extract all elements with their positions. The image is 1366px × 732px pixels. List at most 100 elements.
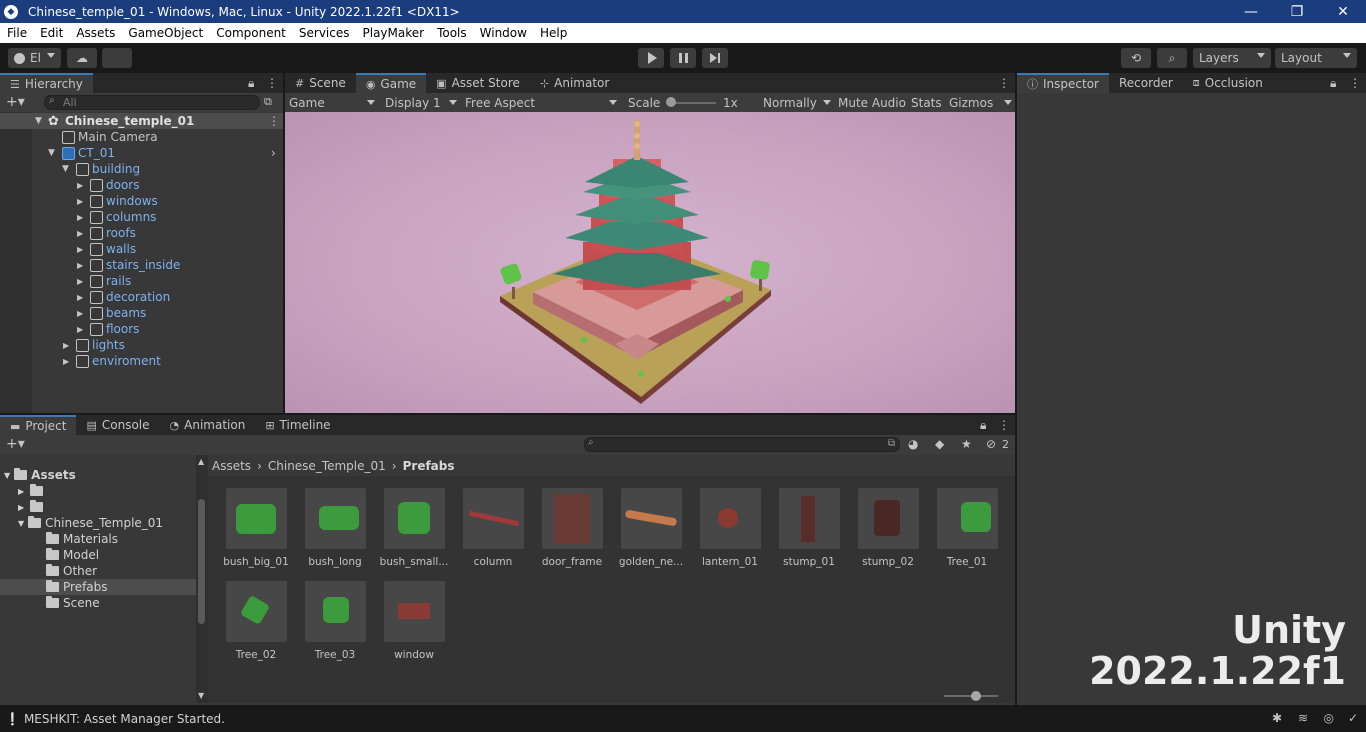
tree-item-assets[interactable]: ▼ Assets — [4, 467, 76, 483]
tab-project[interactable]: ▬ Project — [0, 415, 77, 435]
cloud-button[interactable]: ☁ — [67, 48, 97, 68]
more-menu-icon[interactable]: ⋮ — [266, 76, 278, 90]
tab-console[interactable]: ▤ Console — [76, 415, 159, 435]
breadcrumb-item[interactable]: Chinese_Temple_01 — [268, 459, 386, 473]
asset-item[interactable]: Tree_02 — [221, 581, 291, 661]
collapsed-arrow-icon[interactable]: ▶ — [77, 261, 83, 270]
asset-item[interactable]: stump_01 — [774, 488, 844, 568]
tab-recorder[interactable]: Recorder — [1109, 73, 1183, 93]
close-button[interactable]: ✕ — [1320, 0, 1366, 23]
hierarchy-item[interactable]: ▶ lights — [0, 337, 283, 353]
asset-item[interactable]: Tree_03 — [300, 581, 370, 661]
tree-scrollbar[interactable]: ▲ ▼ — [196, 455, 208, 703]
layers-dropdown[interactable]: Layers — [1193, 48, 1271, 68]
menu-gameobject[interactable]: GameObject — [121, 26, 209, 40]
asset-item[interactable]: Tree_01 — [932, 488, 1002, 568]
pause-button[interactable] — [670, 48, 696, 68]
breadcrumb-item[interactable]: Assets — [212, 459, 251, 473]
tab-inspector[interactable]: ⓘ Inspector — [1017, 73, 1109, 93]
asset-item[interactable]: bush_long — [300, 488, 370, 568]
favorite-star-icon[interactable]: ★ — [961, 437, 972, 451]
collapsed-arrow-icon[interactable]: ▶ — [77, 309, 83, 318]
collapsed-arrow-icon[interactable]: ▶ — [63, 341, 69, 350]
cache-icon[interactable]: ◎ — [1324, 711, 1334, 725]
menu-edit[interactable]: Edit — [33, 26, 69, 40]
expand-arrow-icon[interactable]: ▼ — [62, 164, 69, 174]
asset-item[interactable]: bush_big_01 — [221, 488, 291, 568]
asset-item[interactable]: golden_ne... — [616, 488, 686, 568]
hidden-packages-icon[interactable]: ⊘ — [986, 437, 996, 451]
gizmos-dropdown[interactable]: Gizmos — [949, 93, 1012, 112]
hierarchy-item[interactable]: ▼ CT_01 › — [0, 145, 283, 161]
tree-item-materials[interactable]: Materials — [46, 531, 118, 547]
check-icon[interactable]: ✓ — [1348, 711, 1358, 725]
tree-item-chinese-temple[interactable]: ▼ Chinese_Temple_01 — [18, 515, 163, 531]
lock-icon[interactable]: 🔒︎ — [248, 76, 254, 91]
collapsed-arrow-icon[interactable]: ▶ — [77, 293, 83, 302]
lock-icon[interactable]: 🔒︎ — [980, 418, 986, 433]
hierarchy-item[interactable]: ▶ columns — [0, 209, 283, 225]
menu-assets[interactable]: Assets — [69, 26, 121, 40]
search-button[interactable]: ⌕ — [1157, 48, 1187, 68]
play-mode-dropdown[interactable]: Normally — [763, 93, 831, 112]
tree-item-model[interactable]: Model — [46, 547, 99, 563]
lock-icon[interactable]: 🔒︎ — [1330, 76, 1336, 91]
progress-icon[interactable]: ≋ — [1298, 711, 1308, 725]
history-button[interactable]: ⟲ — [1121, 48, 1151, 68]
collapsed-arrow-icon[interactable]: ▶ — [63, 357, 69, 366]
menu-tools[interactable]: Tools — [430, 26, 473, 40]
hierarchy-item[interactable]: Main Camera — [0, 129, 283, 145]
game-viewport[interactable] — [285, 112, 1015, 413]
collapsed-arrow-icon[interactable]: ▶ — [77, 181, 83, 190]
asset-item[interactable]: door_frame — [537, 488, 607, 568]
menu-component[interactable]: Component — [209, 26, 292, 40]
tab-scene[interactable]: # Scene — [285, 73, 356, 93]
scale-slider[interactable]: Scale 1x — [628, 93, 743, 112]
add-icon[interactable]: +▾ — [6, 94, 25, 110]
minimize-button[interactable]: — — [1228, 0, 1274, 23]
status-message[interactable]: MESHKIT: Asset Manager Started. — [24, 712, 225, 726]
collapsed-arrow-icon[interactable]: ▶ — [77, 213, 83, 222]
hierarchy-item[interactable]: ▶ decoration — [0, 289, 283, 305]
stats-toggle[interactable]: Stats — [911, 93, 942, 112]
scroll-down-icon[interactable]: ▼ — [198, 691, 204, 700]
filter-type-icon[interactable]: ◕ — [908, 437, 918, 451]
asset-item[interactable]: window — [379, 581, 449, 661]
debug-icon[interactable]: ✱ — [1272, 711, 1282, 725]
hierarchy-item[interactable]: ▶ windows — [0, 193, 283, 209]
collapsed-arrow-icon[interactable]: ▶ — [77, 229, 83, 238]
more-menu-icon[interactable]: ⋮ — [1349, 76, 1361, 90]
tab-game[interactable]: ◉ Game — [355, 73, 427, 93]
breadcrumb-item-current[interactable]: Prefabs — [403, 459, 455, 473]
more-menu-icon[interactable]: ⋮ — [998, 418, 1010, 432]
scene-row[interactable]: ▼ ✿ Chinese_temple_01 ⋮ — [0, 113, 283, 129]
hierarchy-search-field[interactable]: ⌕ All — [44, 95, 260, 110]
tree-item-prefabs[interactable]: Prefabs — [0, 579, 196, 595]
step-button[interactable] — [702, 48, 728, 68]
hierarchy-item[interactable]: ▶ floors — [0, 321, 283, 337]
collapsed-arrow-icon[interactable]: ▶ — [18, 503, 24, 512]
tree-item-unnamed[interactable]: ▶ — [18, 499, 47, 515]
collab-button[interactable] — [102, 48, 132, 68]
expand-arrow-icon[interactable]: ▼ — [48, 148, 55, 158]
tree-item-other[interactable]: Other — [46, 563, 97, 579]
tree-item-unnamed[interactable]: ▶ — [18, 483, 47, 499]
display-mode-dropdown[interactable]: Game — [289, 93, 375, 112]
tab-hierarchy[interactable]: ☰ Hierarchy — [0, 73, 93, 93]
collapsed-arrow-icon[interactable]: ▶ — [77, 325, 83, 334]
expand-arrow-icon[interactable]: ▼ — [35, 116, 42, 126]
thumbnail-size-handle[interactable] — [971, 691, 981, 701]
label-icon[interactable]: ◆ — [935, 437, 944, 451]
menu-window[interactable]: Window — [473, 26, 533, 40]
display-dropdown[interactable]: Display 1 — [385, 93, 457, 112]
expand-arrow-icon[interactable]: ▼ — [18, 519, 24, 528]
scroll-up-icon[interactable]: ▲ — [198, 457, 204, 466]
tab-timeline[interactable]: ⊞ Timeline — [255, 415, 340, 435]
tab-animation[interactable]: ◔ Animation — [160, 415, 256, 435]
scene-menu-icon[interactable]: ⋮ — [268, 114, 280, 128]
collapsed-arrow-icon[interactable]: ▶ — [77, 197, 83, 206]
menu-playmaker[interactable]: PlayMaker — [356, 26, 431, 40]
hierarchy-item[interactable]: ▼ building — [0, 161, 283, 177]
expand-arrow-icon[interactable]: ▼ — [4, 471, 10, 480]
more-menu-icon[interactable]: ⋮ — [998, 76, 1010, 90]
